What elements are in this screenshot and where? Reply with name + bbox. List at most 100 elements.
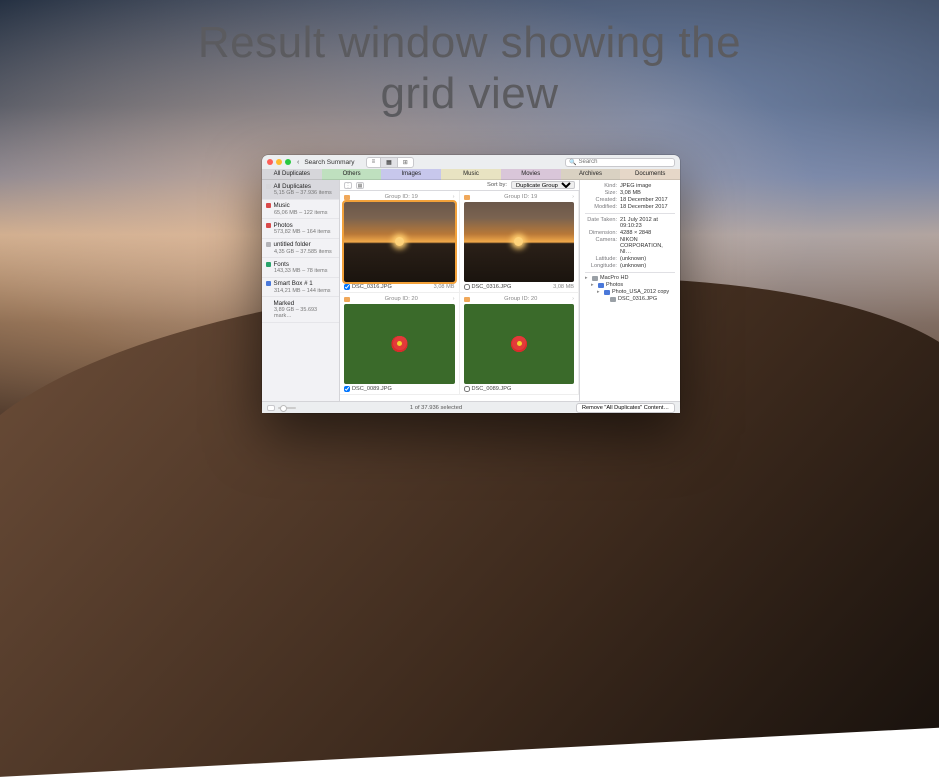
tab-music[interactable]: Music — [441, 169, 501, 180]
node-icon — [592, 276, 598, 281]
tab-others[interactable]: Others — [322, 169, 382, 180]
select-checkbox[interactable] — [344, 386, 350, 392]
inspector-key: Size: — [585, 190, 617, 196]
close-icon[interactable] — [267, 159, 273, 165]
zoom-icon[interactable] — [267, 405, 275, 411]
sidebar-item-sub: 4,35 GB – 37.585 items — [274, 249, 335, 255]
inspector-key: Dimension: — [585, 230, 617, 236]
folder-icon — [464, 195, 470, 200]
group-icon[interactable]: ▦ — [356, 182, 364, 189]
remove-button[interactable]: Remove "All Duplicates" Content… — [576, 403, 675, 413]
inspector-value: 3,08 MB — [620, 190, 675, 196]
view-column-icon[interactable]: ⊞ — [398, 158, 413, 167]
result-cell[interactable]: Group ID: 19› DSC_0316.JPG 3,08 MB — [460, 191, 580, 293]
inspector-value: (unknown) — [620, 263, 675, 269]
tree-node-label: MacPro HD — [600, 275, 628, 281]
inspector-row: Latitude:(unknown) — [585, 256, 675, 262]
maximize-icon[interactable] — [285, 159, 291, 165]
view-grid-icon[interactable]: ▦ — [381, 158, 398, 167]
sidebar-item-label: untitled folder — [274, 241, 311, 248]
disclosure-icon[interactable]: ▸ — [597, 289, 602, 295]
tree-node[interactable]: DSC_0316.JPG — [585, 296, 675, 302]
disclosure-icon[interactable]: ▸ — [585, 275, 590, 281]
tab-all-duplicates[interactable]: All Duplicates — [262, 169, 322, 180]
status-bar: 1 of 37.936 selected Remove "All Duplica… — [262, 401, 680, 413]
chevron-right-icon[interactable]: › — [453, 194, 455, 200]
sidebar-item-label: Music — [274, 202, 290, 209]
sort-select[interactable]: Duplicate Group — [511, 181, 575, 189]
view-mode-segment[interactable]: ≡ ▦ ⊞ — [366, 157, 414, 168]
disclosure-icon[interactable]: ▸ — [591, 282, 596, 288]
sidebar-item-label: Fonts — [274, 261, 289, 268]
filter-icon[interactable]: ⋮ — [344, 182, 352, 189]
tab-images[interactable]: Images — [381, 169, 441, 180]
sidebar-item-label: Photos — [274, 222, 293, 229]
tree-node[interactable]: ▸ Photo_USA_2012 copy — [585, 289, 675, 295]
file-name: DSC_0089.JPG — [352, 386, 392, 392]
zoom-slider[interactable] — [278, 407, 296, 409]
inspector-key: Latitude: — [585, 256, 617, 262]
thumbnail[interactable] — [344, 202, 455, 282]
file-size: 3,08 MB — [434, 284, 455, 290]
sidebar-item-sub: 5,15 GB – 37.936 items — [274, 190, 335, 196]
result-cell[interactable]: Group ID: 19›DSC_0316.JPG3,08 MB — [340, 191, 460, 293]
thumbnail[interactable] — [464, 202, 575, 282]
inspector-row: Longitude:(unknown) — [585, 263, 675, 269]
inspector-key: Kind: — [585, 183, 617, 189]
selection-count: 1 of 37.936 selected — [296, 405, 576, 411]
select-checkbox[interactable] — [464, 284, 470, 290]
sidebar-item-sub: 573,82 MB – 164 items — [274, 229, 335, 235]
select-checkbox[interactable] — [344, 284, 350, 290]
file-size: 3,08 MB — [553, 284, 574, 290]
inspector-row: Size:3,08 MB — [585, 190, 675, 196]
select-checkbox[interactable] — [464, 386, 470, 392]
inspector-value: 4288 × 2848 — [620, 230, 675, 236]
app-window: ‹ Search Summary ≡ ▦ ⊞ 🔍 All DuplicatesO… — [262, 155, 680, 413]
group-id: Group ID: 19 — [472, 194, 571, 200]
back-button[interactable]: ‹ — [297, 159, 299, 166]
color-tag-icon — [266, 203, 271, 208]
node-icon — [604, 290, 610, 295]
tab-movies[interactable]: Movies — [501, 169, 561, 180]
result-cell[interactable]: Group ID: 20›DSC_0089.JPG — [460, 293, 580, 395]
thumbnail[interactable] — [344, 304, 455, 384]
chevron-right-icon[interactable]: › — [453, 296, 455, 302]
group-id: Group ID: 19 — [352, 194, 451, 200]
sidebar-item-smart-box-1[interactable]: Smart Box # 1314,21 MB – 144 items — [262, 278, 339, 298]
search-field[interactable]: 🔍 — [565, 158, 675, 167]
tree-node[interactable]: ▸ Photos — [585, 282, 675, 288]
inspector-value: 18 December 2017 — [620, 204, 675, 210]
search-input[interactable] — [578, 159, 671, 165]
sidebar-item-untitled-folder[interactable]: untitled folder4,35 GB – 37.585 items — [262, 239, 339, 259]
chevron-right-icon[interactable]: › — [572, 194, 574, 200]
inspector-value: (unknown) — [620, 256, 675, 262]
tree-node-label: Photos — [606, 282, 623, 288]
tree-node[interactable]: ▸ MacPro HD — [585, 275, 675, 281]
page-headline: Result window showing the grid view — [0, 18, 939, 119]
color-tag-icon — [266, 223, 271, 228]
sidebar-item-all-duplicates[interactable]: All Duplicates5,15 GB – 37.936 items — [262, 180, 339, 200]
folder-icon — [464, 297, 470, 302]
sidebar-item-sub: 314,21 MB – 144 items — [274, 288, 335, 294]
chevron-right-icon[interactable]: › — [572, 296, 574, 302]
inspector-value: 21 July 2012 at 09:10:23 — [620, 217, 675, 229]
sidebar-item-music[interactable]: Music65,06 MB – 122 items — [262, 200, 339, 220]
sidebar-item-label: All Duplicates — [274, 183, 312, 190]
minimize-icon[interactable] — [276, 159, 282, 165]
tab-documents[interactable]: Documents — [620, 169, 680, 180]
sidebar-item-marked[interactable]: Marked3,89 GB – 35.693 mark… — [262, 297, 339, 323]
tree-node-label: Photo_USA_2012 copy — [612, 289, 669, 295]
inspector-row: Kind:JPEG image — [585, 183, 675, 189]
result-cell[interactable]: Group ID: 20›DSC_0089.JPG — [340, 293, 460, 395]
sidebar-item-fonts[interactable]: Fonts143,33 MB – 78 items — [262, 258, 339, 278]
view-list-icon[interactable]: ≡ — [367, 158, 382, 167]
search-icon: 🔍 — [569, 159, 576, 166]
sidebar-item-sub: 3,89 GB – 35.693 mark… — [274, 307, 335, 319]
sidebar-item-photos[interactable]: Photos573,82 MB – 164 items — [262, 219, 339, 239]
inspector-key: Created: — [585, 197, 617, 203]
tab-archives[interactable]: Archives — [561, 169, 621, 180]
file-name: DSC_0316.JPG — [472, 284, 512, 290]
node-icon — [598, 283, 604, 288]
thumbnail[interactable] — [464, 304, 575, 384]
path-tree: ▸ MacPro HD ▸ Photos ▸ Photo_USA_2012 copyDSC… — [585, 275, 675, 302]
